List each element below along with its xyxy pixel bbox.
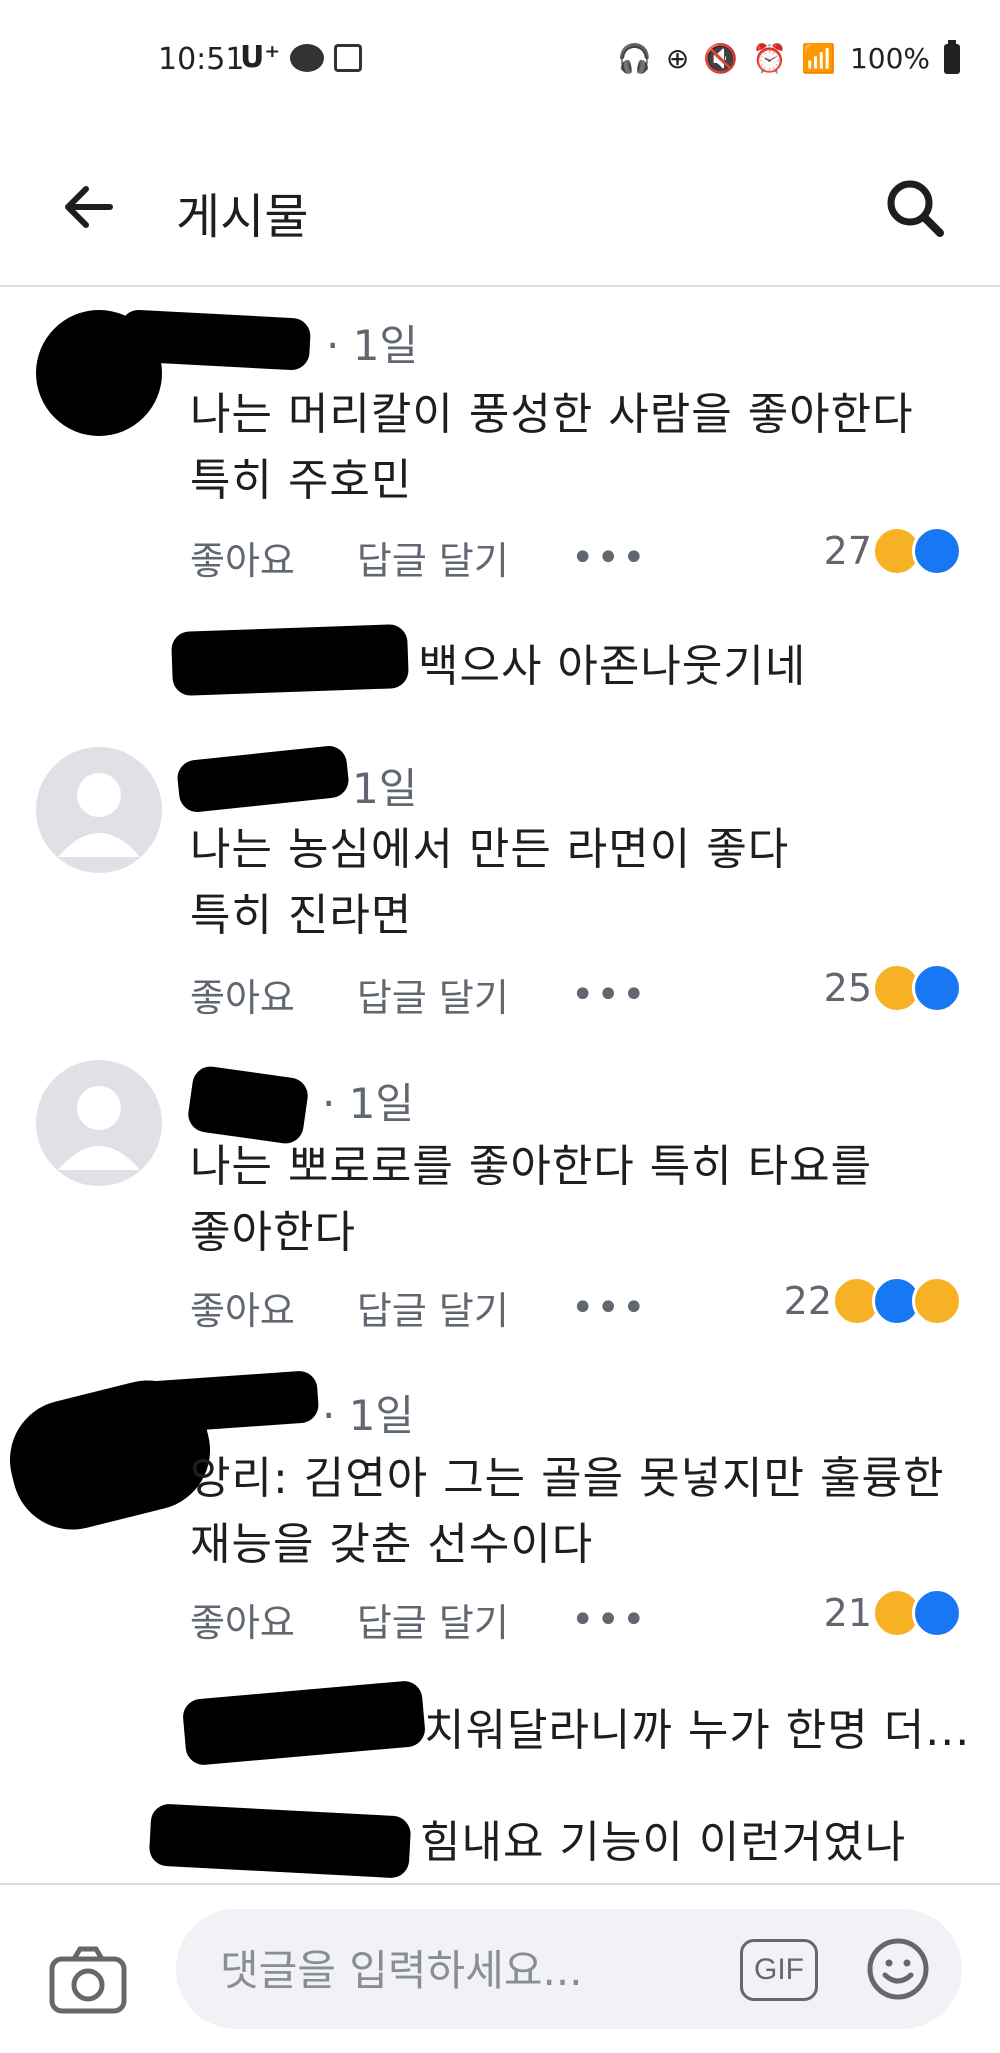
comment-text: 나는 머리칼이 풍성한 사람을 좋아한다 특히 주호민 [190,382,914,514]
redacted-reply-author [170,623,410,697]
status-bar: 10:51 U⁺ 🎧 ⊕ 🔇 ⏰ 📶 100% [0,0,1000,125]
reaction-summary[interactable]: 21 [824,1588,962,1638]
redacted-reply-author [181,1679,427,1767]
talk-icon [290,44,324,72]
comment-input[interactable] [218,1937,702,2003]
comment-line: 나는 머리칼이 풍성한 사람을 좋아한다 [190,389,914,440]
default-avatar-icon [58,773,140,857]
comment-line: 나는 농심에서 만든 라면이 좋다 [190,824,790,875]
comment-input-container: GIF [176,1909,962,2029]
reply-button[interactable]: 답글 달기 [357,530,509,585]
more-button[interactable]: ••• [571,1285,648,1331]
alarm-icon: ⏰ [752,42,788,75]
comment-line: 나는 뽀로로를 좋아한다 특히 타요를 [190,1141,873,1192]
status-right: 🎧 ⊕ 🔇 ⏰ 📶 100% [616,39,960,75]
search-icon[interactable] [880,173,950,243]
mute-icon: 🔇 [703,42,739,75]
carrier-label: U⁺ [240,40,281,75]
reaction-summary[interactable]: 22 [784,1276,962,1326]
avatar[interactable] [36,747,162,873]
gif-button[interactable]: GIF [740,1939,818,2001]
redacted-name [118,309,312,371]
twitch-icon [334,44,362,72]
headphones-icon: 🎧 [616,42,652,75]
more-button[interactable]: ••• [571,1597,648,1643]
comment-actions: 좋아요 답글 달기 ••• [190,1280,648,1335]
reply-text: 힘내요 기능이 이런거였나 [420,1817,907,1868]
comment-time: · 1일 [322,1391,415,1440]
comment-actions: 좋아요 답글 달기 ••• [190,530,648,585]
like-button[interactable]: 좋아요 [190,530,295,585]
comment-line: 재능을 갖춘 선수이다 [190,1519,594,1570]
like-icon [912,963,962,1013]
redacted-name [138,1369,320,1435]
back-arrow-icon[interactable] [58,177,118,237]
care-icon [912,1276,962,1326]
reaction-count: 22 [783,1279,832,1323]
reaction-summary[interactable]: 25 [824,963,962,1013]
page-title: 게시물 [176,189,309,245]
comment-actions: 좋아요 답글 달기 ••• [190,967,648,1022]
more-button[interactable]: ••• [571,972,648,1018]
more-button[interactable]: ••• [571,535,648,581]
avatar[interactable] [36,1060,162,1186]
app-bar: 게시물 [0,125,1000,287]
reply-text: 백으사 아존나웃기네 [418,641,807,692]
comment-line: 특히 진라면 [190,890,413,941]
comment-composer: GIF [0,1883,1000,2053]
like-button[interactable]: 좋아요 [190,1280,295,1335]
comment-line: 좋아한다 [190,1207,356,1258]
battery-level: 100% [849,42,930,75]
reaction-count: 27 [823,529,872,573]
camera-icon[interactable] [48,1945,128,2015]
like-icon [912,1588,962,1638]
comment-time: · 1일 [326,321,419,370]
reply-button[interactable]: 답글 달기 [357,967,509,1022]
emoji-icon[interactable] [866,1937,930,2001]
like-icon [912,526,962,576]
default-avatar-icon [58,1086,140,1170]
comment-line: 특히 주호민 [190,455,413,506]
reaction-count: 21 [823,1591,872,1635]
like-button[interactable]: 좋아요 [190,1592,295,1647]
reply-text: 치워달라니까 누가 한명 더... [424,1705,971,1756]
reply-button[interactable]: 답글 달기 [357,1592,509,1647]
data-saver-icon: ⊕ [665,42,690,75]
redacted-name [175,744,351,814]
status-time: 10:51 [158,42,245,77]
battery-icon [944,39,960,74]
comment-actions: 좋아요 답글 달기 ••• [190,1592,648,1647]
like-button[interactable]: 좋아요 [190,967,295,1022]
comment-line: 앙리: 김연아 그는 골을 못넣지만 훌륭한 [190,1453,945,1504]
comment-time: 1일 [352,764,418,813]
wifi-icon: 📶 [801,42,836,75]
reaction-count: 25 [823,966,872,1010]
comment-text: 나는 농심에서 만든 라면이 좋다 특히 진라면 [190,817,789,949]
reaction-summary[interactable]: 27 [824,526,962,576]
comment-text: 앙리: 김연아 그는 골을 못넣지만 훌륭한 재능을 갖춘 선수이다 [190,1446,944,1578]
comment-time: · 1일 [322,1079,415,1128]
redacted-reply-author [148,1803,412,1879]
reply-button[interactable]: 답글 달기 [357,1280,509,1335]
comment-text: 나는 뽀로로를 좋아한다 특히 타요를 좋아한다 [190,1134,872,1266]
